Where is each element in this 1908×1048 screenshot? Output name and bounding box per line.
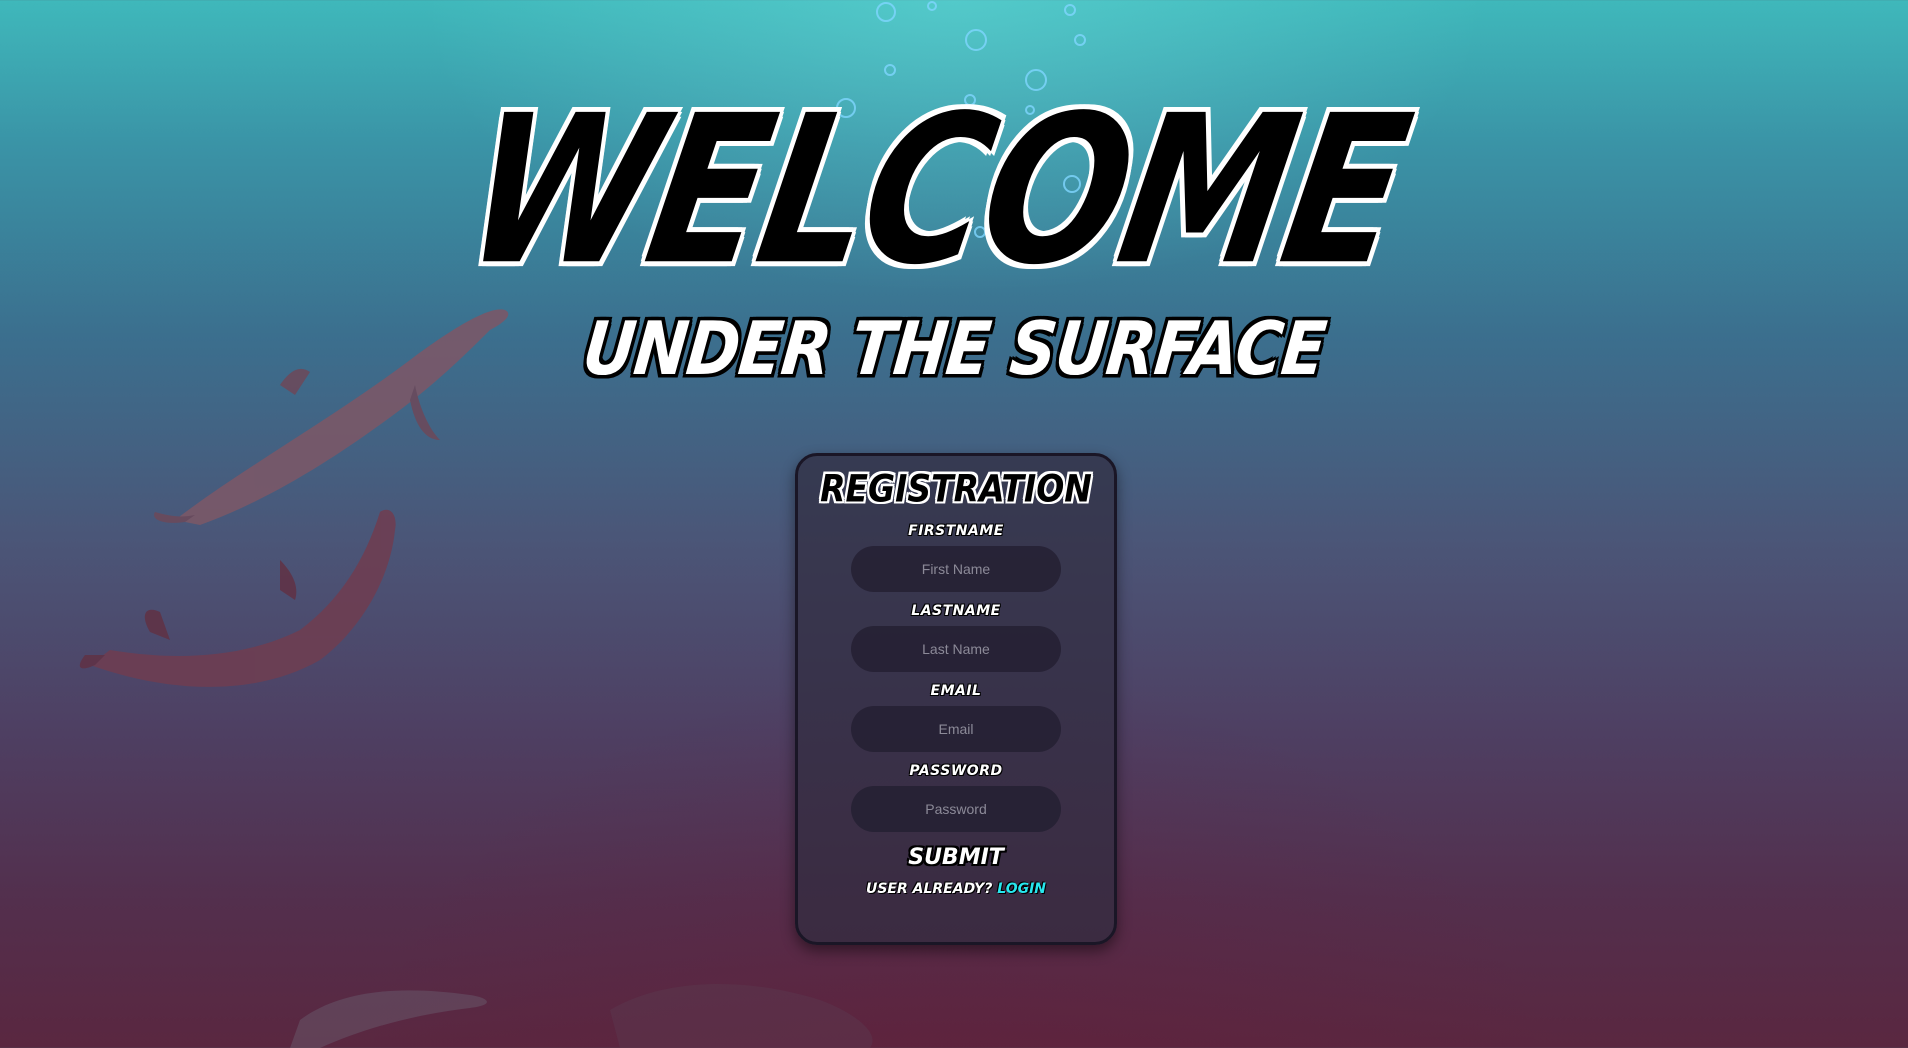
lastname-label: Lastname [911,603,1001,619]
submit-button[interactable]: Submit [908,844,1004,872]
login-prompt: User already? [865,881,993,897]
dolphin-icon [79,509,396,687]
password-input[interactable] [851,786,1061,832]
email-label: Email [930,683,982,699]
hero-title: WELCOME [451,70,1421,311]
hero-subtitle: UNDER THE SURFACE [578,307,1330,393]
login-row: User already? Login [798,880,1114,898]
lastname-input[interactable] [851,626,1061,672]
registration-form: Registration Firstname Lastname Email Pa… [795,453,1117,945]
password-label: Password [909,763,1003,779]
registration-title: Registration [820,466,1092,511]
firstname-input[interactable] [851,546,1061,592]
email-input[interactable] [851,706,1061,752]
firstname-label: Firstname [908,523,1004,539]
login-link[interactable]: Login [997,881,1046,897]
dolphin-icon [290,983,873,1048]
